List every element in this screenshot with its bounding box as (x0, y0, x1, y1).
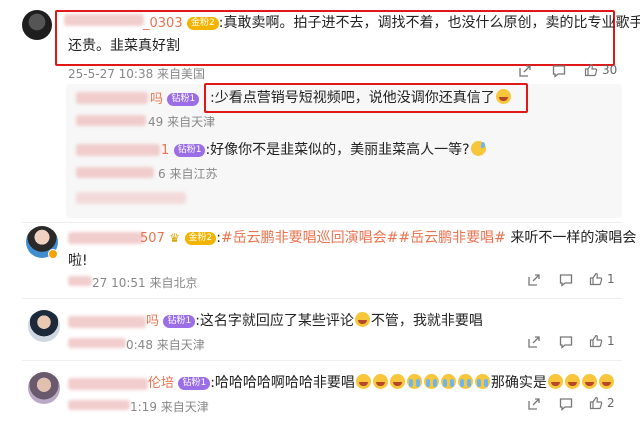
comment-1: _0303 金粉2:真敢卖啊。拍子进不去，调找不着，也没什么原创，卖的比专业歌手… (68, 12, 640, 57)
reply-1: 吗 钻粉1 (76, 88, 200, 111)
like-icon (589, 272, 603, 286)
fan-badge: 钻粉1 (173, 143, 206, 157)
comment-text: :真敢卖啊。拍子进不去，调找不着，也没什么原创，卖的比专业歌手 (218, 15, 640, 31)
laugh-emoji (354, 312, 370, 327)
comment-2: 507 ♛ 金粉2:#岳云鹏非要唱巡回演唱会##岳云鹏非要唱# 来听不一样的演唱… (68, 227, 636, 272)
username[interactable]: 吗 (146, 314, 159, 329)
comment-button[interactable] (559, 397, 573, 411)
laugh-emoji (495, 89, 511, 104)
fan-badge: 金粉2 (187, 16, 219, 30)
cry-emoji (423, 374, 439, 389)
reply-2: 1 钻粉1:好像你不是韭菜似的，美丽韭菜高人一等? (76, 139, 487, 162)
redacted-date (76, 115, 146, 126)
reply-text: :少看点营销号短视频吧，说他没调你还真信了 (210, 87, 512, 109)
redacted-date (68, 338, 126, 348)
timestamp-location: 0:48 来自天津 (126, 338, 205, 352)
cry-emoji (457, 374, 473, 389)
sweat-emoji (470, 141, 486, 156)
username[interactable]: 1 (161, 143, 169, 158)
timestamp-location: 6 来自江苏 (158, 167, 218, 181)
timestamp-location: 49 来自天津 (148, 115, 216, 129)
like-icon (589, 334, 603, 348)
cry-emoji (474, 374, 490, 389)
fan-badge: 钻粉1 (167, 92, 200, 106)
timestamp-location: 27 10:51 来自北京 (92, 276, 198, 290)
comment-icon (559, 336, 573, 349)
verified-badge (48, 249, 58, 259)
comment-4: 伦培 钻粉1:哈哈哈哈啊哈哈非要唱 那确实是 (68, 372, 615, 395)
cry-emoji (440, 374, 456, 389)
fan-badge: 钻粉1 (163, 314, 196, 328)
comment-button[interactable] (559, 335, 573, 349)
comment-button[interactable] (559, 273, 573, 287)
crown-icon: ♛ (169, 231, 181, 245)
like-count: 1 (607, 334, 615, 348)
avatar[interactable] (28, 372, 60, 404)
comment-icon (559, 398, 573, 411)
comment-3: 吗 钻粉1:这名字就回应了某些评论 不管，我就非要唱 (146, 312, 483, 329)
avatar[interactable] (28, 310, 60, 342)
comment-text-line2: 还贵。韭菜真好割 (68, 38, 180, 54)
divider (22, 360, 622, 361)
share-button[interactable] (518, 64, 532, 78)
timestamp-location: 25-5-27 10:38 来自美国 (68, 67, 206, 81)
username[interactable]: 507 (140, 231, 165, 246)
laugh-emoji (372, 374, 388, 389)
like-icon (589, 396, 603, 410)
avatar[interactable] (22, 10, 52, 40)
fan-badge: 金粉2 (184, 231, 217, 245)
share-icon (528, 398, 540, 410)
laugh-emoji (581, 374, 597, 389)
like-count: 2 (607, 396, 615, 410)
like-button[interactable]: 2 (589, 396, 615, 410)
comment-icon (552, 65, 566, 78)
redacted-date (68, 276, 92, 286)
share-button[interactable] (527, 273, 541, 287)
laugh-emoji (389, 374, 405, 389)
share-icon (519, 65, 531, 77)
comment-button[interactable] (552, 64, 566, 78)
like-count: 30 (602, 63, 618, 77)
redacted-reply (76, 192, 186, 204)
laugh-emoji (547, 374, 563, 389)
username[interactable]: 吗 (150, 92, 163, 107)
hashtag-link[interactable]: #岳云鹏非要唱# (398, 230, 505, 246)
share-icon (528, 336, 540, 348)
redacted-date (76, 167, 154, 178)
divider (22, 298, 622, 299)
comment-text-line2: 啦! (68, 253, 88, 269)
fan-badge: 钻粉1 (178, 376, 211, 390)
laugh-emoji (355, 374, 371, 389)
comment-icon (559, 274, 573, 287)
like-button[interactable]: 30 (584, 63, 617, 77)
share-icon (528, 274, 540, 286)
laugh-emoji (598, 374, 614, 389)
share-button[interactable] (527, 335, 541, 349)
like-icon (584, 63, 598, 77)
username[interactable]: _0303 (143, 16, 183, 31)
username[interactable]: 伦培 (148, 376, 174, 391)
hashtag-link[interactable]: #岳云鹏非要唱巡回演唱会# (221, 230, 398, 246)
reply-text: :好像你不是韭菜似的，美丽韭菜高人一等? (205, 142, 470, 158)
timestamp-location: 1:19 来自天津 (130, 400, 209, 414)
cry-emoji (406, 374, 422, 389)
like-button[interactable]: 1 (589, 272, 615, 286)
like-count: 1 (607, 272, 615, 286)
divider (22, 222, 622, 223)
laugh-emoji (564, 374, 580, 389)
redacted-date (68, 400, 130, 410)
like-button[interactable]: 1 (589, 334, 615, 348)
share-button[interactable] (527, 397, 541, 411)
